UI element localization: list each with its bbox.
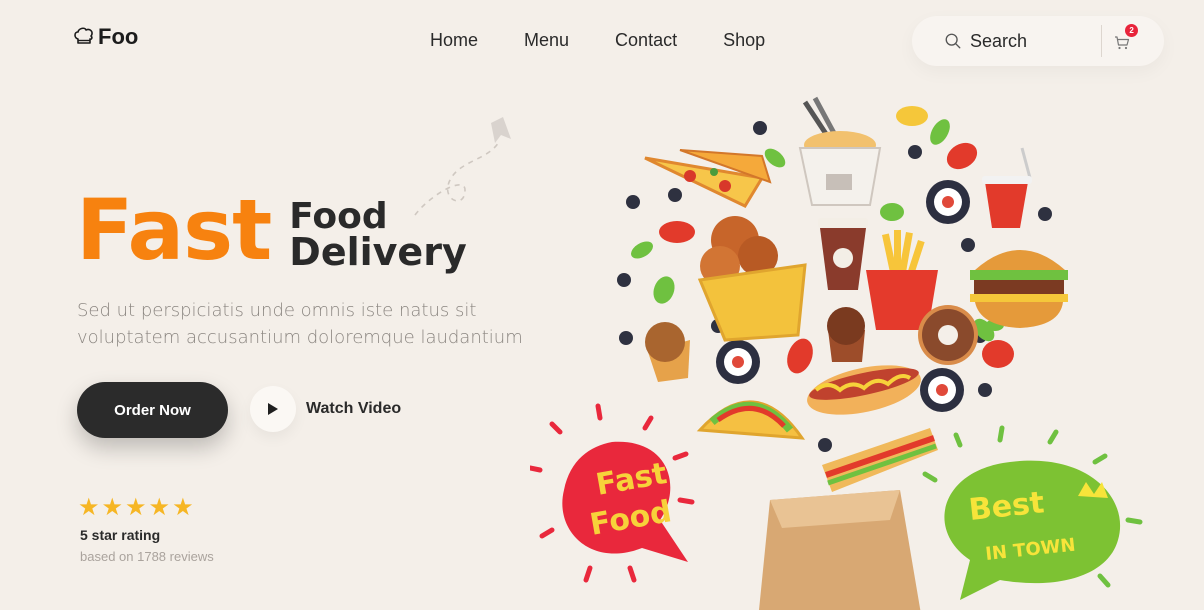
watch-video-label[interactable]: Watch Video [306,400,401,418]
main-nav: Home Menu Contact Shop [430,30,811,51]
order-now-button[interactable]: Order Now [77,382,228,438]
divider [1101,25,1103,57]
play-icon [268,403,278,415]
brand-name: Foo [98,24,139,49]
fast-food-sticker[interactable]: Fast Food [530,403,695,583]
hero-description: Sed ut perspiciatis unde omnis iste natu… [77,300,523,348]
nav-shop[interactable]: Shop [723,30,765,51]
pizza-slice [644,149,772,208]
food-illustration: Fast Food Best IN TOWN [530,96,1143,610]
nav-home[interactable]: Home [430,30,478,51]
rating-subtitle: based on 1788 reviews [80,549,214,564]
cart-button[interactable]: 2 [1114,24,1139,51]
search-icon[interactable] [944,32,962,50]
brand-logo[interactable]: Foo [72,24,138,50]
chicken-bucket [697,216,807,342]
chef-hat-icon [74,27,93,44]
search-cart-bar: Search 2 [912,16,1164,66]
noodle-box [798,96,882,206]
hero-title-main: Fast [76,181,272,279]
burger [970,250,1068,328]
sandwich [822,428,938,492]
nav-contact[interactable]: Contact [615,30,677,51]
coffee-cup [818,218,868,290]
nav-menu[interactable]: Menu [524,30,569,51]
hero-title-sub: Food Delivery [289,195,467,274]
paper-bag [759,490,921,610]
donut [918,305,978,365]
play-button[interactable] [250,386,296,432]
cheese-bit [896,106,928,126]
landing-page: Foo Home Menu Contact Shop Search 2 Fast [0,0,1204,610]
hero-title-line2: Delivery [289,229,467,274]
hero-title: Fast Food Delivery [76,188,467,272]
best-in-town-sticker[interactable]: Best IN TOWN [922,425,1143,600]
star-rating: ★★★★★ [78,494,196,521]
search-label[interactable]: Search [970,31,1027,52]
cart-icon [1115,36,1130,50]
taco [696,400,806,440]
watch-video-button[interactable]: Watch Video [250,386,401,432]
soda-cup [982,147,1032,228]
rating-title: 5 star rating [80,527,161,543]
hero-title-line1: Food [289,195,388,237]
hot-dog [807,365,921,415]
cart-count-badge: 2 [1125,24,1139,37]
